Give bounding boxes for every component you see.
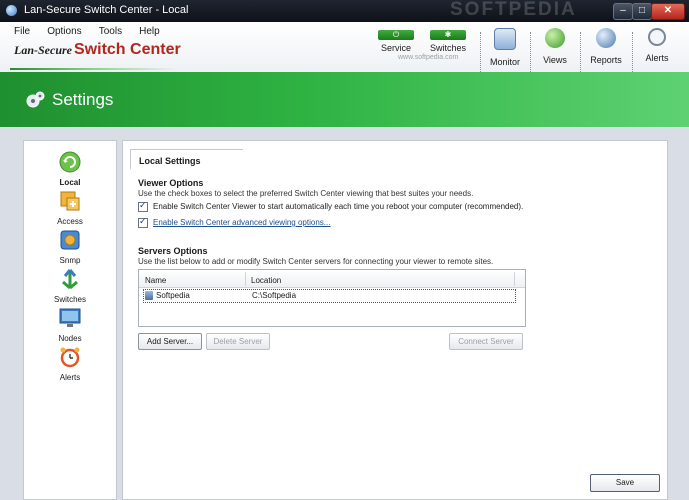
switches-status-icon: ✱: [430, 30, 466, 40]
column-divider[interactable]: [514, 272, 515, 286]
app-header: File Options Tools Help Lan-Secure Switch…: [0, 22, 689, 73]
menu-tools[interactable]: Tools: [99, 26, 122, 37]
globe-icon: [545, 28, 565, 48]
server-location: C:\Softpedia: [252, 291, 297, 300]
column-name[interactable]: Name: [145, 276, 166, 285]
checkbox-checked-icon[interactable]: [138, 216, 148, 228]
sidebar-label-access: Access: [57, 217, 83, 226]
app-icon: [6, 5, 17, 16]
watermark: SOFTPEDIA: [450, 0, 577, 20]
menu-options[interactable]: Options: [47, 26, 81, 37]
viewer-options-heading: Viewer Options: [138, 178, 204, 188]
monitor-icon: [494, 28, 516, 50]
checkbox-checked-icon[interactable]: [138, 200, 148, 212]
toolbar-separator: [632, 32, 634, 72]
delete-server-button[interactable]: Delete Server: [206, 333, 270, 350]
server-icon: [145, 291, 153, 300]
close-button[interactable]: ✕: [651, 3, 685, 20]
toolbar-separator: [530, 32, 532, 72]
sidebar-item-nodes[interactable]: Nodes: [24, 307, 116, 343]
reports-button[interactable]: Reports: [584, 28, 628, 65]
viewer-options-description: Use the check boxes to select the prefer…: [138, 189, 474, 198]
toolbar-separator: [580, 32, 582, 72]
settings-sidebar: Local Access Snmp Switches Nodes Alerts: [23, 140, 117, 500]
alarm-clock-icon: [60, 347, 80, 368]
sidebar-item-alerts[interactable]: Alerts: [24, 346, 116, 382]
sidebar-item-access[interactable]: Access: [24, 190, 116, 226]
page-title: Settings: [52, 90, 114, 109]
monitor-button[interactable]: Monitor: [483, 28, 527, 67]
service-toggle[interactable]: ⏻ Service: [378, 30, 414, 53]
servers-list-header: Name Location: [139, 270, 525, 288]
brand-logo: Lan-Secure Switch Center: [14, 41, 181, 59]
sidebar-label-switches: Switches: [53, 295, 86, 304]
settings-panel: Local Settings Viewer Options Use the ch…: [122, 140, 668, 500]
brand-url: www.softpedia.com: [398, 54, 459, 61]
sidebar-label-local: Local: [59, 178, 81, 187]
settings-banner: Settings: [0, 72, 689, 127]
maximize-button[interactable]: □: [632, 3, 652, 20]
menu-help[interactable]: Help: [139, 26, 160, 37]
views-button[interactable]: Views: [533, 28, 577, 65]
brand-underline: [10, 68, 178, 70]
connect-server-button[interactable]: Connect Server: [449, 333, 523, 350]
switches-label: Switches: [430, 43, 467, 53]
servers-options-description: Use the list below to add or modify Swit…: [138, 257, 494, 266]
advanced-viewing-link[interactable]: Enable Switch Center advanced viewing op…: [153, 218, 330, 227]
sidebar-label-nodes: Nodes: [58, 334, 82, 343]
toolbar-separator: [480, 32, 482, 72]
title-bar: Lan-Secure Switch Center - Local SOFTPED…: [0, 0, 689, 22]
servers-list[interactable]: Name Location Softpedia C:\Softpedia: [138, 269, 526, 327]
alerts-label: Alerts: [645, 53, 669, 63]
column-divider[interactable]: [245, 272, 246, 286]
alerts-button[interactable]: Alerts: [635, 28, 679, 63]
snmp-icon: [60, 230, 80, 250]
sidebar-label-snmp: Snmp: [59, 256, 81, 265]
brand-lan: Lan-Secure: [14, 43, 72, 57]
advanced-viewing-checkbox[interactable]: Enable Switch Center advanced viewing op…: [138, 216, 330, 228]
sidebar-item-local[interactable]: Local: [24, 151, 116, 187]
monitor-icon: [59, 308, 81, 327]
monitor-label: Monitor: [489, 57, 520, 67]
window-title: Lan-Secure Switch Center - Local: [24, 4, 189, 16]
brand-product: Switch Center: [74, 41, 181, 58]
menu-file[interactable]: File: [14, 26, 30, 37]
autostart-label: Enable Switch Center Viewer to start aut…: [153, 202, 524, 212]
settings-icon: [26, 91, 45, 108]
add-server-button[interactable]: Add Server...: [138, 333, 202, 350]
refresh-icon: [59, 151, 81, 173]
reports-icon: [596, 28, 616, 48]
sidebar-item-switches[interactable]: Switches: [24, 268, 116, 304]
views-label: Views: [543, 55, 567, 65]
table-row[interactable]: Softpedia C:\Softpedia: [143, 289, 516, 303]
power-icon: ⏻: [378, 30, 414, 40]
sidebar-item-snmp[interactable]: Snmp: [24, 229, 116, 265]
magnifier-icon: [648, 28, 666, 46]
save-button[interactable]: Save: [590, 474, 660, 492]
menu-bar: File Options Tools Help: [14, 25, 174, 37]
server-name: Softpedia: [156, 291, 190, 300]
access-icon: [60, 191, 80, 211]
column-location[interactable]: Location: [251, 276, 281, 285]
switches-toggle[interactable]: ✱ Switches: [430, 30, 466, 53]
minimize-button[interactable]: –: [613, 3, 633, 20]
reports-label: Reports: [590, 55, 622, 65]
autostart-checkbox[interactable]: Enable Switch Center Viewer to start aut…: [138, 200, 524, 212]
service-label: Service: [380, 43, 411, 53]
sidebar-label-alerts: Alerts: [59, 373, 81, 382]
tab-local-settings[interactable]: Local Settings: [130, 149, 243, 169]
servers-options-heading: Servers Options: [138, 246, 208, 256]
switches-icon: [62, 269, 78, 290]
